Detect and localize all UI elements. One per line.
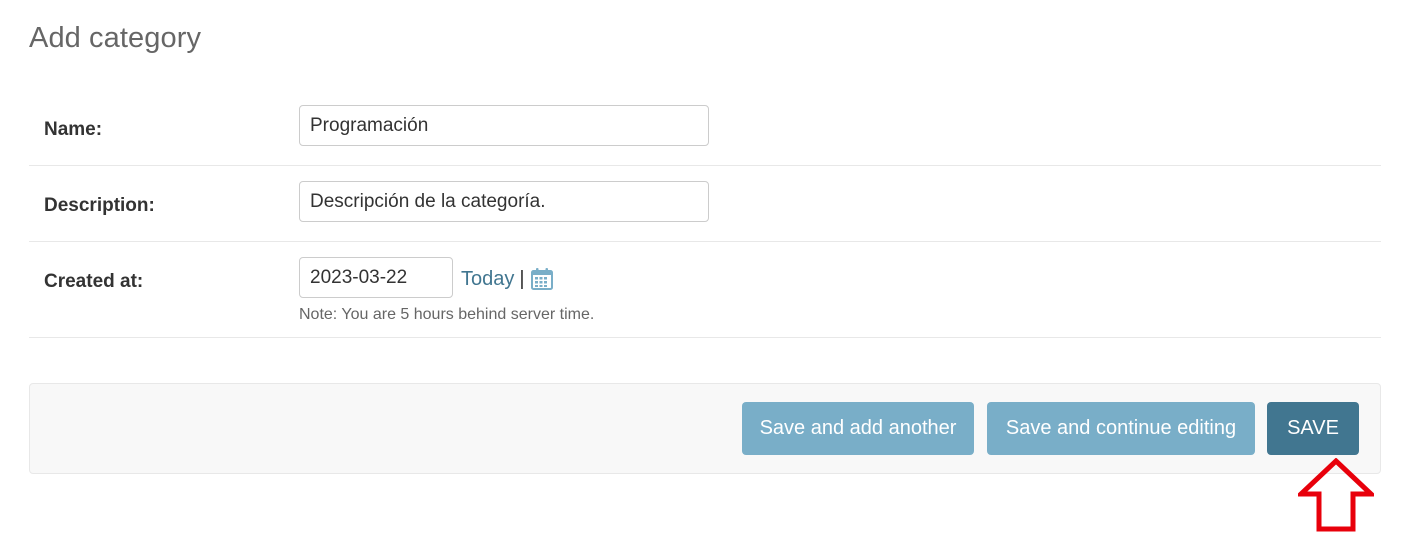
form-row-name: Name: <box>29 90 1381 166</box>
shortcut-separator: | <box>519 267 525 290</box>
name-label: Name: <box>44 119 103 140</box>
save-button[interactable]: SAVE <box>1267 402 1359 455</box>
timezone-note: Note: You are 5 hours behind server time… <box>299 306 595 323</box>
page-title: Add category <box>29 22 202 54</box>
today-link[interactable]: Today <box>461 268 514 291</box>
form-row-description: Description: <box>29 166 1381 242</box>
calendar-icon[interactable] <box>530 267 554 291</box>
add-category-form: Name: Description: Created at: Today | <box>29 90 1381 338</box>
created-at-label: Created at: <box>44 271 144 292</box>
description-label: Description: <box>44 195 155 216</box>
submit-row: Save and add another Save and continue e… <box>29 383 1381 474</box>
up-arrow-icon <box>1298 458 1374 532</box>
date-shortcuts: Today | <box>461 264 554 294</box>
created-at-input[interactable] <box>299 257 453 298</box>
name-input[interactable] <box>299 105 709 146</box>
form-row-created-at: Created at: Today | <box>29 242 1381 338</box>
save-and-continue-button[interactable]: Save and continue editing <box>987 402 1255 455</box>
description-input[interactable] <box>299 181 709 222</box>
save-and-add-another-button[interactable]: Save and add another <box>742 402 974 455</box>
